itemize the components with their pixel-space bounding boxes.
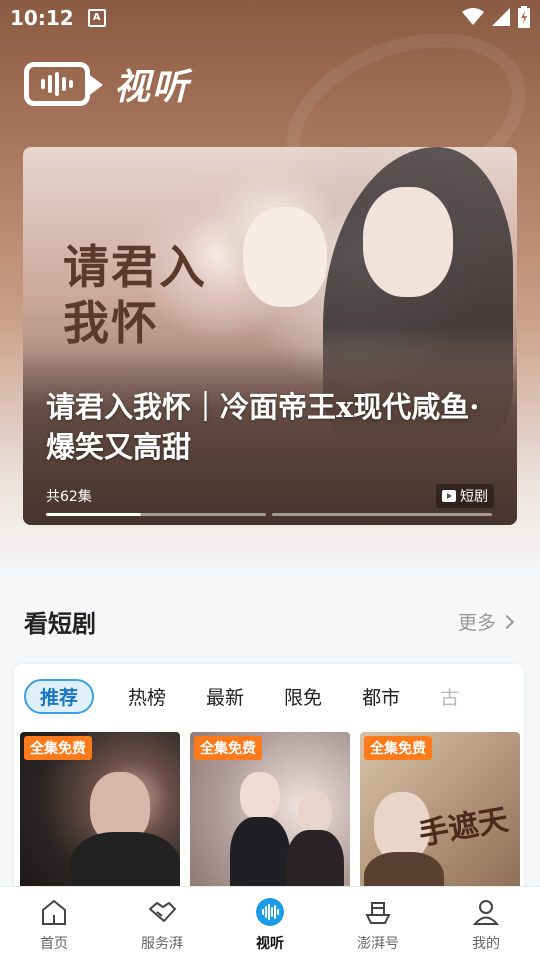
banner-title: 请君入我怀｜冷面帝王x现代咸鱼·爆笑又高甜 — [46, 390, 480, 464]
poster-list: 全集免费 全集免费 手遮天 全集免费 — [20, 732, 520, 898]
tabbar-item-pengpai[interactable]: 澎湃号 — [333, 887, 423, 961]
tabbar-label: 视听 — [256, 936, 284, 952]
home-icon — [42, 899, 66, 925]
poster-figure — [298, 792, 332, 834]
app-logo: 视听 — [24, 58, 190, 110]
banner-calligraphy: 请君入我怀 — [63, 240, 207, 350]
banner-figure — [363, 187, 453, 297]
tabbar-item-media[interactable]: 视听 — [225, 887, 315, 961]
section-title: 看短剧 — [24, 610, 96, 638]
banner-figure — [243, 207, 327, 307]
boat-icon — [365, 902, 391, 924]
drama-poster[interactable]: 全集免费 — [190, 732, 350, 898]
free-badge: 全集免费 — [24, 736, 92, 760]
sound-wave-logo-icon — [24, 62, 103, 106]
tabbar-label: 首页 — [40, 936, 68, 952]
tab-urban[interactable]: 都市 — [362, 683, 400, 710]
more-label: 更多 — [457, 612, 496, 634]
tab-hot[interactable]: 热榜 — [128, 683, 166, 710]
short-drama-tag: 短剧 — [436, 484, 494, 508]
free-badge: 全集免费 — [194, 736, 262, 760]
wifi-icon — [462, 8, 484, 25]
featured-banner[interactable]: 请君入我怀 请君入我怀｜冷面帝王x现代咸鱼·爆笑又高甜 共62集 短剧 — [23, 147, 517, 525]
poster-figure — [240, 772, 280, 820]
chevron-right-icon — [499, 614, 515, 629]
tabbar-label: 服务湃 — [141, 936, 183, 952]
play-icon — [442, 490, 456, 502]
tabbar-item-home[interactable]: 首页 — [9, 887, 99, 961]
carousel-dot — [272, 513, 492, 516]
drama-poster[interactable]: 全集免费 — [20, 732, 180, 898]
bottom-tab-bar: 首页 服务湃 视听 澎湃号 我的 — [0, 886, 540, 961]
category-tabs: 推荐 热榜 最新 限免 都市 古 — [24, 678, 524, 714]
status-bar: 10:12 A — [0, 0, 540, 36]
audio-wave-icon — [256, 898, 284, 926]
episode-count: 共62集 — [46, 489, 92, 505]
tabbar-label: 我的 — [472, 936, 500, 952]
carousel-indicator — [46, 513, 492, 516]
poster-title: 手遮天 — [416, 802, 511, 853]
more-link[interactable]: 更多 — [457, 608, 515, 635]
tab-ancient[interactable]: 古 — [440, 683, 459, 710]
notification-icon: A — [87, 9, 106, 27]
status-icons — [462, 6, 530, 28]
battery-icon — [518, 6, 530, 28]
drama-poster[interactable]: 手遮天 全集免费 — [360, 732, 520, 898]
signal-icon — [492, 8, 510, 26]
tab-free[interactable]: 限免 — [284, 683, 322, 710]
tabbar-item-profile[interactable]: 我的 — [441, 887, 531, 961]
free-badge: 全集免费 — [364, 736, 432, 760]
tabbar-item-service[interactable]: 服务湃 — [117, 887, 207, 961]
drama-panel: 推荐 热榜 最新 限免 都市 古 全集免费 全集免费 手遮天 全集免费 — [14, 664, 524, 898]
carousel-dot-active — [46, 513, 266, 516]
tab-latest[interactable]: 最新 — [206, 683, 244, 710]
app-title: 视听 — [114, 67, 191, 108]
tab-recommended[interactable]: 推荐 — [24, 678, 95, 714]
user-icon — [472, 900, 500, 925]
tag-label: 短剧 — [460, 489, 488, 505]
status-time: 10:12 — [10, 6, 74, 30]
tabbar-label: 澎湃号 — [357, 936, 399, 952]
short-drama-section: 看短剧 更多 推荐 热榜 最新 限免 都市 古 全集免费 全集免费 手遮天 全集… — [0, 568, 540, 898]
handshake-icon — [149, 902, 176, 922]
